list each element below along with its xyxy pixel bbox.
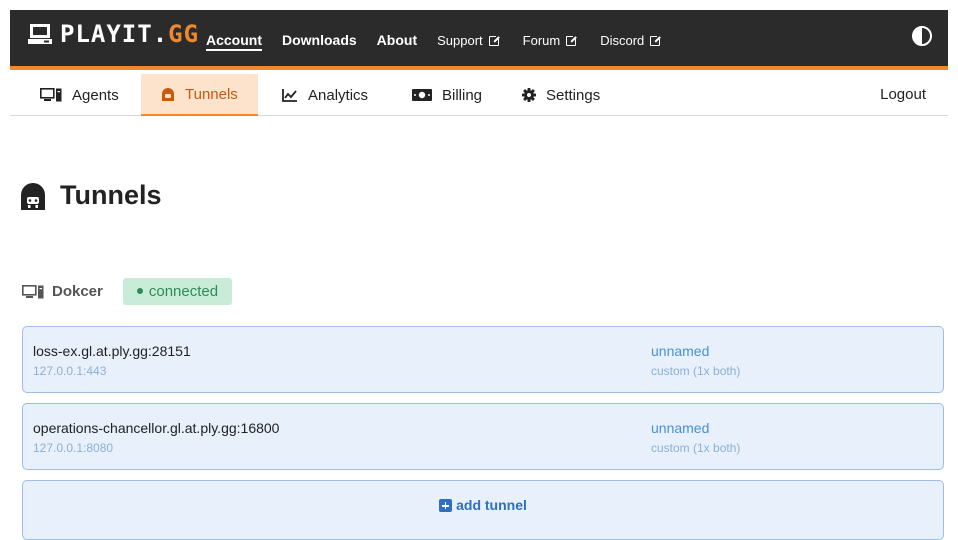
tunnel-card[interactable]: loss-ex.gl.at.ply.gg:28151 127.0.0.1:443… (22, 326, 944, 393)
topnav-discord[interactable]: Discord (600, 32, 663, 48)
computer-icon (28, 24, 52, 44)
subnav-billing-label: Billing (442, 86, 483, 104)
status-dot-icon (136, 288, 143, 294)
subnav-analytics-label: Analytics (308, 86, 369, 104)
add-tunnel-label: add tunnel (23, 497, 943, 513)
page-title: Tunnels (20, 180, 162, 211)
tunnel-card[interactable]: operations-chancellor.gl.at.ply.gg:16800… (22, 403, 944, 470)
theme-toggle-icon[interactable] (912, 26, 932, 46)
page-title-text: Tunnels (60, 180, 162, 210)
subnav-agents[interactable]: Agents (20, 74, 139, 116)
topnav-support[interactable]: Support (437, 32, 501, 48)
add-tunnel-text: add tunnel (456, 497, 527, 513)
topnav-account[interactable]: Account (206, 32, 262, 48)
subnav-tunnels[interactable]: Tunnels (141, 74, 258, 116)
external-link-icon (650, 33, 663, 46)
agent-name[interactable]: Dokcer (52, 283, 103, 300)
topnav-discord-label: Discord (600, 32, 645, 48)
gear-icon (522, 88, 536, 102)
top-nav: Account Downloads About Support Forum Di… (206, 32, 684, 48)
external-link-icon (566, 33, 579, 46)
topnav-forum[interactable]: Forum (522, 32, 579, 48)
tunnel-local-address: 127.0.0.1:8080 (33, 441, 114, 455)
money-bill-icon (412, 89, 432, 101)
monitor-icon (40, 88, 62, 102)
subnav-settings[interactable]: Settings (502, 74, 620, 116)
external-link-icon (488, 33, 501, 46)
brand-logo[interactable]: PLAYIT.GG (28, 22, 199, 46)
topnav-about[interactable]: About (377, 32, 417, 48)
topnav-forum-label: Forum (522, 32, 561, 48)
tunnel-name: unnamed (651, 343, 710, 359)
brand-name: PLAYIT.GG (60, 20, 200, 48)
agent-header: Dokcer connected (22, 278, 233, 305)
tunnel-local-address: 127.0.0.1:443 (33, 364, 107, 378)
subnav-billing[interactable]: Billing (392, 74, 502, 116)
subnav-settings-label: Settings (546, 86, 601, 104)
status-label: connected (148, 283, 219, 300)
logout-link[interactable]: Logout (880, 86, 926, 103)
tunnel-icon (21, 182, 45, 210)
chart-line-icon (282, 89, 297, 102)
tunnel-type: custom (1x both) (651, 441, 741, 455)
tunnel-icon (162, 88, 174, 101)
topnav-support-label: Support (437, 32, 483, 48)
add-tunnel-button[interactable]: add tunnel (22, 480, 944, 540)
top-bar: PLAYIT.GG Account Downloads About Suppor… (10, 10, 948, 70)
monitor-icon (22, 284, 44, 298)
subnav-analytics[interactable]: Analytics (262, 74, 388, 116)
status-badge: connected (122, 278, 233, 305)
plus-square-icon (439, 499, 453, 512)
subnav-agents-label: Agents (72, 86, 119, 104)
tunnel-address: operations-chancellor.gl.at.ply.gg:16800 (33, 420, 280, 436)
tunnel-name: unnamed (651, 420, 710, 436)
tunnel-address: loss-ex.gl.at.ply.gg:28151 (33, 343, 191, 359)
sub-nav: Agents Tunnels Analytics Billing Setting… (10, 74, 948, 116)
subnav-tunnels-label: Tunnels (185, 85, 238, 103)
topnav-downloads[interactable]: Downloads (282, 32, 357, 48)
tunnel-type: custom (1x both) (651, 364, 741, 378)
